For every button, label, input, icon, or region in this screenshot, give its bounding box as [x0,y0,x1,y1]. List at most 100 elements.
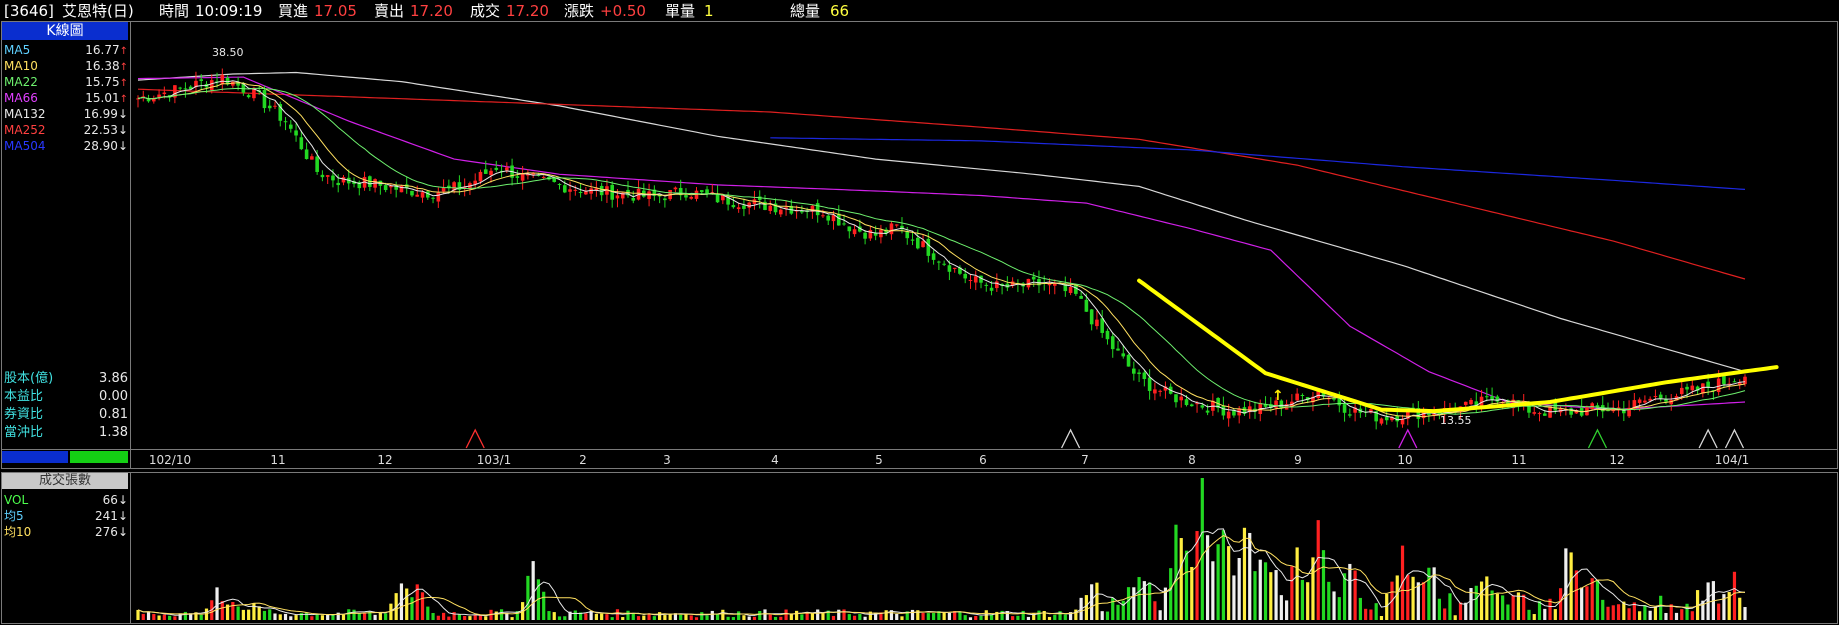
volume-bar [1553,609,1557,620]
volume-bar [273,613,277,620]
scroll-indicator-green[interactable] [70,451,128,463]
volume-bar [636,616,641,620]
volume-bar [552,612,556,620]
volume-bar [557,616,562,620]
volume-bar [1279,595,1283,620]
volume-bar [852,615,857,620]
volume-bar [847,614,851,620]
volume-bar [168,615,172,620]
candle-body [310,156,314,160]
candle-body [921,241,925,248]
volume-bar [663,615,667,620]
candle-body [283,121,288,123]
candle-body [178,87,182,89]
volume-bar [900,616,904,620]
volume-bar [958,611,962,620]
volume-bar [1606,606,1610,620]
candle-body [262,89,267,109]
volume-bar [1411,576,1415,620]
volume-bar [1153,601,1157,620]
candle-body [736,207,741,210]
candle-body [1153,389,1157,394]
volume-bar [921,612,925,620]
volume-bar [737,611,741,620]
candle-body [1685,386,1689,390]
low-price-label: 13.55 [1440,414,1472,427]
candle-body [483,169,488,174]
candle-body [1348,414,1352,416]
volume-bar [373,614,377,620]
volume-bar [1358,597,1362,620]
volume-bar [1706,582,1710,620]
volume-bar [831,615,836,620]
candle-body [868,229,873,239]
arrow-up-icon: ↑ [1272,388,1284,404]
volume-bar [162,614,166,620]
volume-bar [1590,578,1594,620]
candle-body [942,263,946,265]
volume-bar [842,609,846,620]
candle-body [431,197,435,199]
scroll-indicator-blue[interactable] [2,451,68,463]
volume-bar [1543,608,1547,620]
candle-body [1400,419,1405,425]
volume-bar [1611,605,1615,620]
volume-bar [974,615,978,620]
candle-body [304,149,309,160]
volume-bar [763,609,767,620]
ma-line-ma66 [137,76,1746,411]
candle-body [779,209,783,215]
volume-bar [968,617,973,620]
volume-bars [136,478,1747,620]
candle-body [1469,399,1473,405]
candle-body [1690,385,1695,391]
candle-body [1553,402,1558,411]
volume-bar [410,597,414,620]
candle-body [947,265,952,272]
candle-body [1084,299,1089,312]
volume-bar [1395,575,1399,620]
candle-body [489,170,493,176]
volume-bar [600,613,604,620]
volume-bar [1422,582,1426,620]
volume-bar [247,609,251,620]
volume-bar [626,610,630,620]
volume-bar [621,617,625,620]
candle-body [1095,319,1099,327]
volume-bar [858,613,862,620]
volume-bar [963,615,967,620]
candle-body [684,195,688,198]
signal-marker [1724,428,1745,449]
candle-body [1221,405,1226,416]
volume-bar [1190,566,1194,620]
volume-bar [384,613,388,620]
volume-bar [152,613,156,620]
volume-bar [1348,563,1352,620]
candle-body [742,205,746,209]
volume-bar [173,616,177,620]
volume-bar [1179,538,1183,620]
volume-bar [310,616,314,620]
candle-body [584,191,588,195]
volume-bar [1337,597,1341,620]
volume-bar [257,606,261,620]
candle-body [1490,396,1494,400]
volume-bar [1580,587,1584,620]
volume-bar [779,616,783,620]
volume-bar [262,610,267,620]
candle-body [931,253,936,260]
volume-bar [1126,587,1131,620]
candle-body [768,205,773,211]
candle-body [1200,405,1205,408]
volume-bar [979,615,983,620]
volume-bar [1026,616,1031,620]
signal-marker [1061,428,1081,449]
volume-bar [278,614,282,620]
candle-body [1463,401,1468,405]
x-tick-label: 11 [270,453,286,467]
volume-bar [810,612,815,620]
candle-body [747,202,751,208]
candle-body [336,182,341,186]
candle-body [1295,393,1299,401]
volume-bar [1306,582,1310,620]
